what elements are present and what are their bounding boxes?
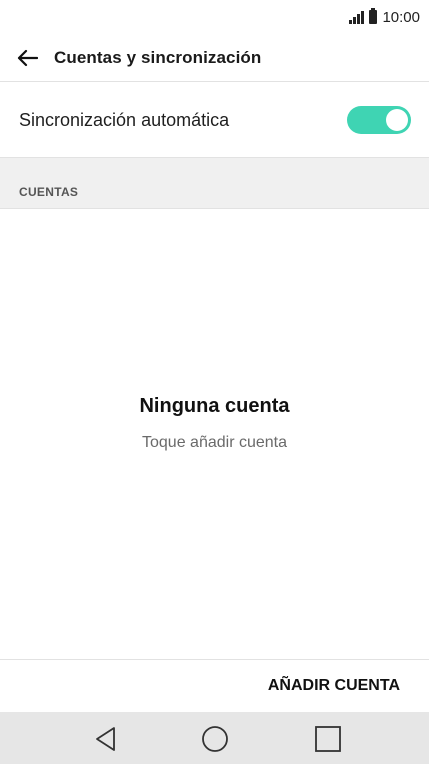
add-account-button[interactable]: AÑADIR CUENTA [268,677,400,695]
bottom-action-bar: AÑADIR CUENTA [0,659,429,712]
auto-sync-row[interactable]: Sincronización automática [0,83,429,158]
page-title: Cuentas y sincronización [54,47,262,67]
status-bar: 10:00 [0,0,429,34]
app-bar: Cuentas y sincronización [0,34,429,82]
accounts-section-header: CUENTAS [0,158,429,209]
section-label: CUENTAS [19,185,79,199]
navigation-bar [0,712,429,764]
status-time: 10:00 [382,8,420,26]
home-circle-icon[interactable] [201,725,229,753]
battery-icon [369,8,378,24]
back-triangle-icon[interactable] [92,725,120,753]
auto-sync-toggle[interactable] [347,106,411,134]
arrow-left-icon[interactable] [14,45,40,71]
auto-sync-label: Sincronización automática [19,109,230,130]
empty-state-subtitle: Toque añadir cuenta [142,434,287,451]
toggle-knob [386,109,408,131]
screen: 10:00 Cuentas y sincronización Sincroniz… [0,0,429,764]
empty-state-title: Ninguna cuenta [139,395,290,417]
recents-square-icon[interactable] [314,725,342,753]
signal-icon [349,10,365,24]
